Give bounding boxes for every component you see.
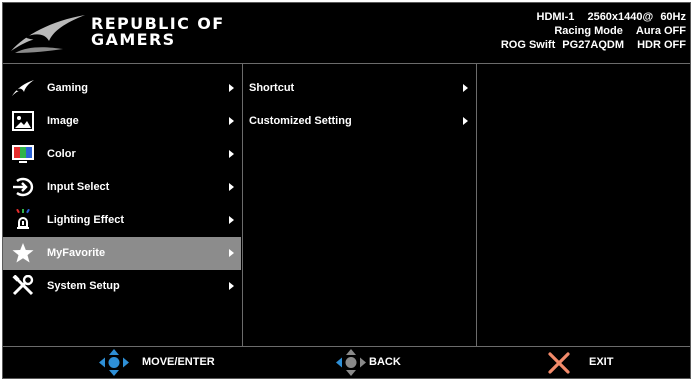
chevron-right-icon — [229, 249, 234, 257]
chevron-right-icon — [229, 84, 234, 92]
status-refresh-rate: 60Hz — [660, 11, 686, 23]
chevron-right-icon — [463, 84, 468, 92]
header: REPUBLIC OF GAMERS HDMI-1 2560x1440@ 60H… — [3, 3, 690, 63]
menu-item-system-setup[interactable]: System Setup — [3, 270, 241, 303]
rog-eye-logo-icon — [11, 15, 85, 53]
menu-item-label: Color — [47, 148, 76, 160]
tools-icon — [12, 275, 34, 296]
joystick-back-icon — [336, 349, 366, 376]
status-mode: Racing Mode — [554, 25, 623, 37]
submenu-item-customized-setting[interactable]: Customized Setting — [243, 105, 475, 138]
status-input: HDMI-1 — [536, 11, 575, 23]
move-enter-control[interactable]: MOVE/ENTER — [99, 347, 229, 378]
lighting-effect-icon — [16, 209, 30, 229]
chevron-right-icon — [229, 183, 234, 191]
color-icon — [12, 145, 34, 163]
status-resolution: 2560x1440@ — [587, 11, 654, 23]
monitor-status: HDMI-1 2560x1440@ 60Hz Racing Mode Aura … — [501, 10, 686, 52]
chevron-right-icon — [229, 282, 234, 290]
menu-item-myfavorite[interactable]: MyFavorite — [3, 237, 241, 270]
menu-item-label: Gaming — [47, 82, 88, 94]
chevron-right-icon — [463, 117, 468, 125]
menu-item-label: Lighting Effect — [47, 214, 124, 226]
chevron-right-icon — [229, 117, 234, 125]
exit-control[interactable]: EXIT — [547, 347, 627, 378]
menu-item-lighting-effect[interactable]: Lighting Effect — [3, 204, 241, 237]
brand-line-2: GAMERS — [91, 30, 176, 49]
menu-item-label: MyFavorite — [47, 247, 106, 259]
submenu-item-shortcut[interactable]: Shortcut — [243, 72, 475, 105]
close-icon — [548, 352, 570, 374]
submenu: Shortcut Customized Setting — [243, 63, 477, 346]
input-select-icon — [13, 177, 34, 197]
move-enter-label: MOVE/ENTER — [142, 356, 215, 368]
joystick-move-icon — [99, 349, 129, 376]
submenu-item-label: Customized Setting — [249, 115, 352, 127]
submenu-item-label: Shortcut — [249, 82, 295, 94]
star-icon — [12, 243, 34, 263]
menu-item-label: Image — [47, 115, 79, 127]
exit-label: EXIT — [589, 356, 614, 368]
back-label: BACK — [369, 356, 401, 368]
status-hdr: HDR OFF — [637, 39, 686, 51]
brand-name: REPUBLIC OF GAMERS — [91, 16, 225, 48]
image-icon — [12, 111, 34, 131]
status-model: PG27AQDM — [562, 39, 625, 51]
menu-item-gaming[interactable]: Gaming — [3, 72, 241, 105]
menu-item-image[interactable]: Image — [3, 105, 241, 138]
menu-item-label: System Setup — [47, 280, 120, 292]
footer-controls: MOVE/ENTER BACK EXIT — [3, 346, 690, 378]
status-model-prefix: ROG Swift — [500, 39, 556, 51]
rog-eye-icon — [12, 80, 34, 96]
options-panel — [477, 63, 690, 346]
menu-item-color[interactable]: Color — [3, 138, 241, 171]
menu-item-label: Input Select — [47, 181, 110, 193]
back-control[interactable]: BACK — [336, 347, 416, 378]
rog-logo — [9, 11, 87, 62]
osd-panel: REPUBLIC OF GAMERS HDMI-1 2560x1440@ 60H… — [2, 2, 691, 379]
chevron-right-icon — [229, 150, 234, 158]
chevron-right-icon — [229, 216, 234, 224]
status-aura: Aura OFF — [635, 25, 686, 37]
menu-item-input-select[interactable]: Input Select — [3, 171, 241, 204]
main-menu: Gaming Image Color Input Select Lighting… — [3, 63, 243, 346]
